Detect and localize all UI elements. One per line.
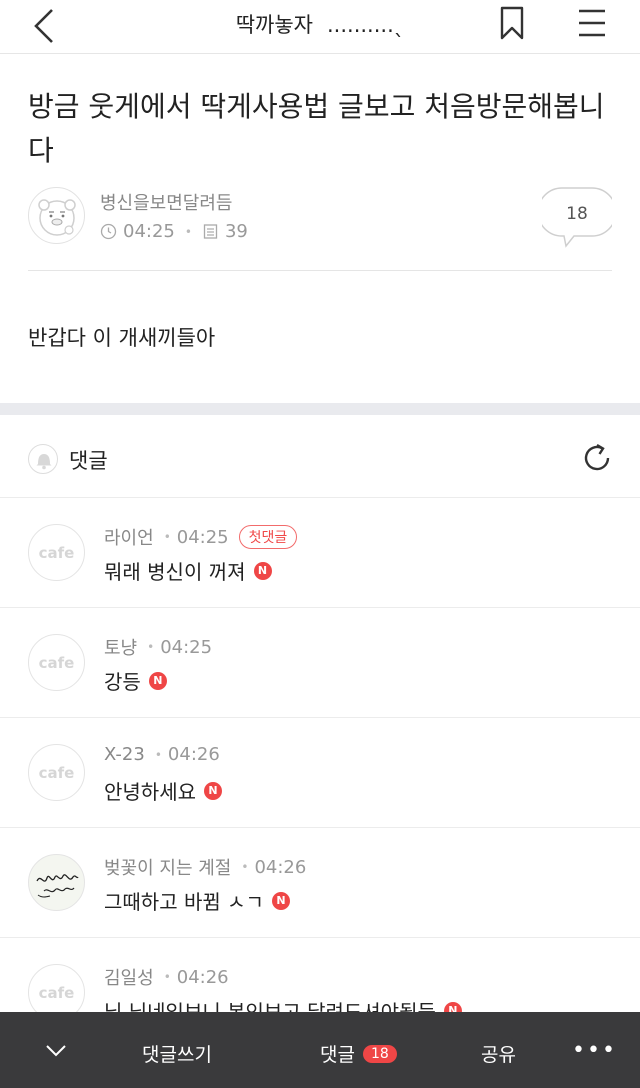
comment-meta: X-23 • 04:26 <box>104 744 220 765</box>
new-badge-icon: N <box>148 671 167 690</box>
article-divider <box>28 270 612 271</box>
article-title: 방금 웃게에서 딱게사용법 글보고 처음방문해봅니다 <box>28 90 605 167</box>
commenter-avatar[interactable] <box>28 854 85 911</box>
comment-text: 그때하고 바뀜 ㅅㄱ N <box>104 886 290 915</box>
board-title: 딱까놓자 ..........ˎ <box>140 9 500 39</box>
views-icon <box>203 224 218 239</box>
commenter-avatar[interactable]: cafe <box>28 524 85 581</box>
article-time: 04:25 <box>123 221 175 242</box>
comment-time: 04:26 <box>176 966 229 988</box>
article-body: 반갑다 이 개새끼들아 <box>28 326 216 350</box>
comment-body: 안녕하세요 <box>104 780 196 804</box>
commenter-name[interactable]: 김일성 <box>104 964 154 990</box>
handwriting-avatar-icon <box>35 873 79 897</box>
comment-time: 04:26 <box>254 856 307 878</box>
new-badge-icon: N <box>204 781 222 800</box>
author-avatar[interactable] <box>28 187 85 244</box>
more-options-icon[interactable]: ••• <box>572 1038 617 1063</box>
meta-separator: • <box>163 530 171 544</box>
board-title-dots: ..........ˎ <box>327 13 405 37</box>
comment-item: cafe X-23 • 04:26 안녕하세요 N <box>0 718 640 828</box>
comment-meta: 토냥 • 04:25 <box>104 634 212 660</box>
ryan-character-icon <box>38 199 76 236</box>
meta-separator: • <box>184 224 192 239</box>
meta-separator: • <box>241 860 249 874</box>
refresh-icon[interactable] <box>580 441 614 475</box>
author-name[interactable]: 병신을보면달려듬 <box>100 189 232 215</box>
share-button[interactable]: 공유 <box>481 1040 516 1067</box>
bookmark-icon[interactable] <box>498 6 526 40</box>
top-navigation-bar: 딱까놓자 ..........ˎ <box>0 0 640 54</box>
comment-meta: 벚꽃이 지는 계절 • 04:26 <box>104 854 306 880</box>
meta-separator: • <box>147 640 155 654</box>
chevron-left-icon[interactable] <box>30 6 60 46</box>
write-comment-button[interactable]: 댓글쓰기 <box>142 1040 212 1067</box>
meta-separator: • <box>154 747 162 762</box>
hamburger-menu-icon[interactable] <box>577 8 607 38</box>
comment-time: 04:25 <box>176 526 229 548</box>
commenter-name[interactable]: X-23 <box>104 744 145 765</box>
comment-body: 강등 <box>104 670 141 694</box>
bell-icon[interactable] <box>28 444 58 474</box>
comment-body: 뭐래 병신이 꺼져 <box>104 560 246 584</box>
comments-button[interactable]: 댓글 18 <box>320 1040 397 1067</box>
comment-time: 04:25 <box>160 636 213 658</box>
new-badge-icon: N <box>253 561 272 580</box>
commenter-avatar[interactable]: cafe <box>28 744 85 801</box>
comment-item: cafe 토냥 • 04:25 강등 N <box>0 608 640 718</box>
comment-text: 안녕하세요 N <box>104 776 222 805</box>
article-meta: 04:25 • 39 <box>100 221 248 242</box>
comments-button-label: 댓글 <box>320 1044 355 1066</box>
commenter-name[interactable]: 라이언 <box>104 524 154 550</box>
comment-item: 벚꽃이 지는 계절 • 04:26 그때하고 바뀜 ㅅㄱ N <box>0 828 640 938</box>
comment-item: cafe 라이언 • 04:25 첫댓글 뭐래 병신이 꺼져 N <box>0 498 640 608</box>
clock-icon <box>100 223 117 240</box>
comments-label: 댓글 <box>69 449 108 473</box>
comment-text: 뭐래 병신이 꺼져 N <box>104 556 272 585</box>
commenter-avatar[interactable]: cafe <box>28 634 85 691</box>
commenter-name[interactable]: 토냥 <box>104 634 137 660</box>
comment-count-bubble[interactable]: 18 <box>537 186 617 248</box>
new-badge-icon: N <box>271 891 290 910</box>
comment-meta: 라이언 • 04:25 첫댓글 <box>104 524 298 550</box>
comments-header: 댓글 <box>0 415 640 498</box>
chevron-down-icon[interactable] <box>44 1038 68 1062</box>
first-comment-badge: 첫댓글 <box>238 525 298 549</box>
comment-meta: 김일성 • 04:26 <box>104 964 229 990</box>
comment-body: 그때하고 바뀜 ㅅㄱ <box>104 890 264 914</box>
comment-time: 04:26 <box>167 744 220 765</box>
comment-count: 18 <box>566 204 588 224</box>
comments-count-badge: 18 <box>362 1044 397 1063</box>
bottom-action-bar: 댓글쓰기 댓글 18 공유 ••• <box>0 1012 640 1088</box>
board-name: 딱까놓자 <box>235 13 313 37</box>
commenter-name[interactable]: 벚꽃이 지는 계절 <box>104 854 231 880</box>
meta-separator: • <box>163 970 171 984</box>
section-separator <box>0 403 640 415</box>
comment-text: 강등 N <box>104 666 167 695</box>
article-views: 39 <box>224 221 248 242</box>
